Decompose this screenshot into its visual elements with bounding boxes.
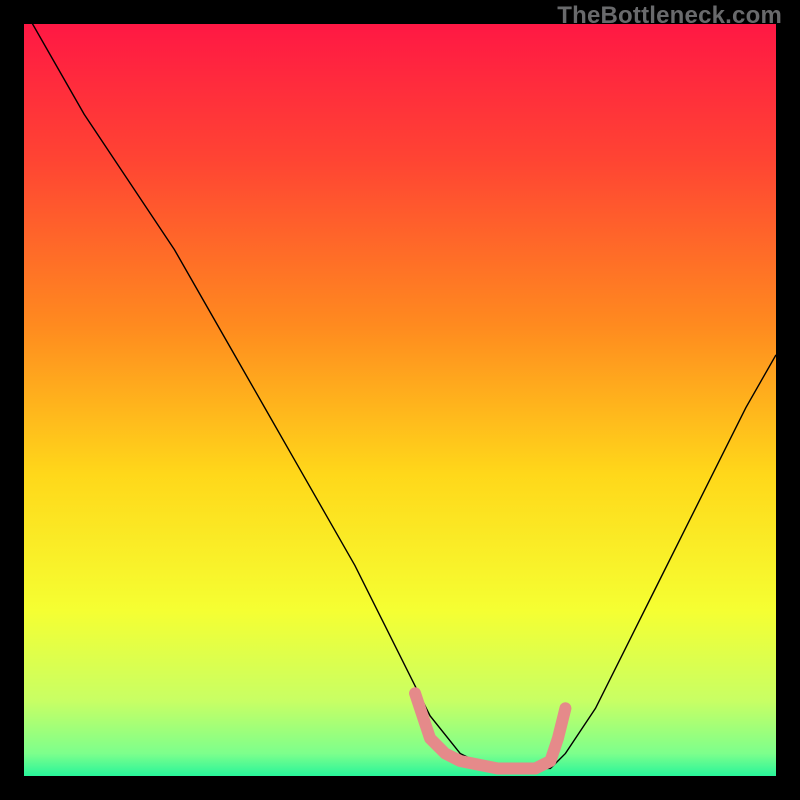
outer-frame: TheBottleneck.com [0, 0, 800, 800]
gradient-background [24, 24, 776, 776]
bottleneck-chart [24, 24, 776, 776]
